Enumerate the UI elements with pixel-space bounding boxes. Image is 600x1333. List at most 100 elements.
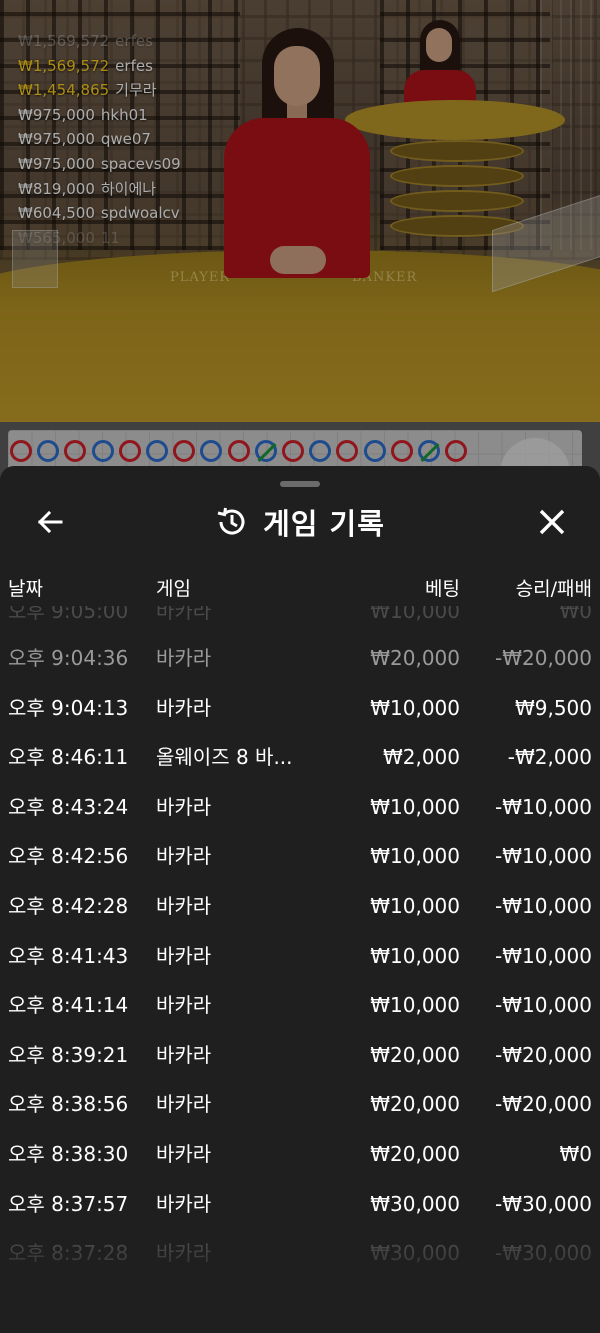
history-result: -₩2,000 (507, 745, 592, 770)
winner-row: ₩604,500 spdwoalcv (18, 201, 181, 226)
history-bet: ₩2,000 (382, 745, 460, 770)
winner-amount: ₩975,000 (18, 154, 95, 173)
history-row-partial: 오후 9:05:00 바카라 ₩10,000 ₩0 (8, 606, 592, 623)
drag-handle[interactable] (280, 481, 320, 487)
game-history-sheet: 게임 기록 날짜 게임 베팅 승리/패배 오후 9:05:00 바카라 ₩10,… (0, 466, 600, 1333)
background-table (345, 100, 565, 140)
history-row[interactable]: 오후 8:38:56 바카라 ₩20,000 -₩20,000 (0, 1080, 600, 1130)
player-bead (200, 440, 223, 462)
history-row[interactable]: 오후 8:39:21 바카라 ₩20,000 -₩20,000 (0, 1031, 600, 1081)
history-game: 바카라 (156, 1141, 212, 1166)
winner-name: spdwoalcv (100, 204, 180, 223)
history-game: 바카라 (156, 844, 212, 869)
history-date: 오후 8:43:24 (8, 794, 129, 819)
history-list[interactable]: 오후 9:05:00 바카라 ₩10,000 ₩0 오후 9:04:36 바카라 ₩… (0, 606, 600, 1279)
history-row[interactable]: 오후 8:46:11 올웨이즈 8 바... ₩2,000 -₩2,000 (0, 733, 600, 783)
banker-bead (118, 440, 141, 462)
history-bet: ₩20,000 (370, 1092, 460, 1117)
history-result: -₩10,000 (495, 993, 592, 1018)
winner-row: ₩975,000 qwe07 (18, 127, 181, 152)
history-bet: ₩20,000 (370, 1042, 460, 1067)
history-bet: ₩30,000 (370, 1191, 460, 1216)
history-row[interactable]: 오후 9:04:13 바카라 ₩10,000 ₩9,500 (0, 684, 600, 734)
history-game: 바카라 (156, 695, 212, 720)
winner-row: ₩975,000 hkh01 (18, 103, 181, 128)
history-bet: ₩10,000 (370, 794, 460, 819)
history-row[interactable]: 오후 8:37:57 바카라 ₩30,000 -₩30,000 (0, 1180, 600, 1230)
history-date: 오후 8:37:57 (8, 1191, 129, 1216)
live-video-feed: PLAYER BANKER ₩1,569,572 erfes ₩1,569,572 e… (0, 0, 600, 422)
close-icon (539, 509, 565, 535)
history-bet: ₩10,000 (370, 695, 460, 720)
history-date: 오후 8:41:14 (8, 993, 129, 1018)
history-result: -₩30,000 (495, 1241, 592, 1266)
back-button[interactable] (30, 502, 70, 542)
history-date: 오후 9:04:13 (8, 695, 129, 720)
history-game: 바카라 (156, 1042, 212, 1067)
history-game: 바카라 (156, 1241, 212, 1266)
history-row[interactable]: 오후 8:37:28 바카라 ₩30,000 -₩30,000 (0, 1229, 600, 1279)
history-bet: ₩10,000 (370, 993, 460, 1018)
player-bead (146, 440, 168, 462)
winner-name: spacevs09 (100, 154, 181, 173)
banker-bead (390, 440, 413, 462)
history-bet: ₩20,000 (370, 646, 460, 670)
banker-bead (227, 440, 250, 462)
banker-bead (64, 440, 87, 462)
history-row[interactable]: 오후 8:42:56 바카라 ₩10,000 -₩10,000 (0, 832, 600, 882)
history-bet: ₩20,000 (370, 1141, 460, 1166)
banker-bead (10, 440, 32, 462)
history-row[interactable]: 오후 8:41:14 바카라 ₩10,000 -₩10,000 (0, 981, 600, 1031)
history-game: 바카라 (156, 1092, 212, 1117)
history-result: -₩10,000 (495, 893, 592, 918)
history-game: 바카라 (156, 794, 212, 819)
winner-name: 하이에나 (100, 179, 157, 198)
player-bead (91, 440, 114, 462)
history-row[interactable]: 오후 8:41:43 바카라 ₩10,000 -₩10,000 (0, 932, 600, 982)
tie-bead (418, 440, 440, 463)
history-result: -₩10,000 (495, 943, 592, 968)
history-row[interactable]: 오후 8:43:24 바카라 ₩10,000 -₩10,000 (0, 783, 600, 833)
history-game: 바카라 (156, 893, 212, 918)
history-date: 오후 8:41:43 (8, 943, 129, 968)
history-bet: ₩30,000 (370, 1241, 460, 1266)
winner-name: erfes (115, 56, 153, 75)
column-date: 날짜 (8, 578, 43, 600)
history-result: -₩20,000 (495, 1092, 592, 1117)
winner-amount: ₩604,500 (18, 204, 95, 223)
banker-bead (173, 440, 196, 462)
winner-name: hkh01 (100, 105, 148, 124)
history-game: 바카라 (156, 993, 212, 1018)
history-row[interactable]: 오후 9:04:36 바카라 ₩20,000 -₩20,000 (0, 634, 600, 684)
winner-row: ₩819,000 하이에나 (18, 177, 181, 202)
winner-row: ₩1,454,865 기무라 (18, 78, 181, 103)
arrow-left-icon (37, 510, 63, 534)
winner-amount: ₩565,000 (18, 228, 95, 247)
banker-bead (282, 440, 304, 462)
history-result: -₩10,000 (495, 844, 592, 869)
winner-name: 11 (100, 228, 120, 247)
winner-name: 기무라 (115, 81, 157, 100)
dealer (222, 28, 372, 283)
history-result: -₩30,000 (495, 1191, 592, 1216)
history-clock-icon (217, 507, 245, 535)
history-date: 오후 8:42:28 (8, 893, 129, 918)
winner-row: ₩565,000 11 (18, 226, 181, 251)
player-bead (37, 440, 60, 462)
winner-row: ₩975,000 spacevs09 (18, 152, 181, 177)
history-row[interactable]: 오후 8:42:28 바카라 ₩10,000 -₩10,000 (0, 882, 600, 932)
winner-name: qwe07 (100, 130, 151, 149)
history-result: ₩0 (559, 1141, 593, 1166)
sheet-title: 게임 기록 (263, 507, 385, 541)
history-row[interactable]: 오후 8:38:30 바카라 ₩20,000 ₩0 (0, 1130, 600, 1180)
history-result: -₩10,000 (495, 794, 592, 819)
banker-bead (445, 440, 468, 462)
history-date: 오후 8:37:28 (8, 1241, 129, 1266)
winners-list: ₩1,569,572 erfes ₩1,569,572 erfes ₩1,454,865… (18, 29, 181, 250)
winner-amount: ₩1,569,572 (18, 32, 110, 50)
column-game: 게임 (156, 578, 191, 600)
close-button[interactable] (530, 502, 574, 542)
history-game: 바카라 (156, 1191, 212, 1216)
history-game: 올웨이즈 8 바... (156, 745, 293, 770)
history-table-header: 날짜 게임 베팅 승리/패배 (0, 574, 600, 610)
